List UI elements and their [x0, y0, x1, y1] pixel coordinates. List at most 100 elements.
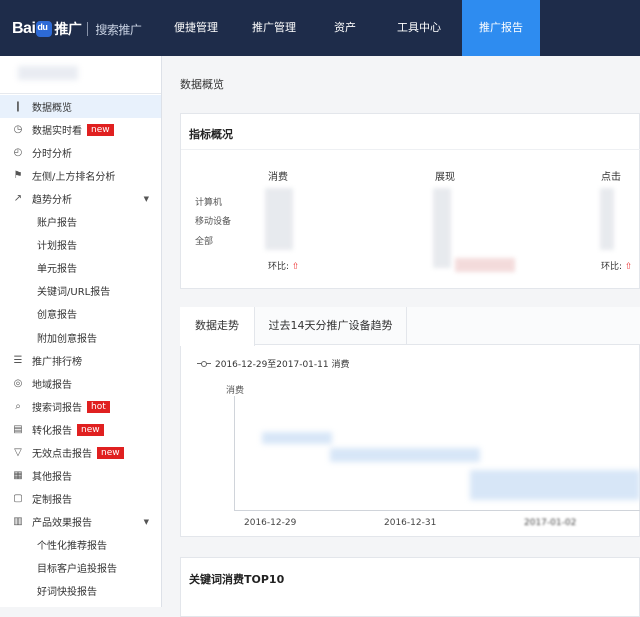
- sidebar-item-label: 左侧/上方排名分析: [32, 172, 116, 183]
- top10-title: 关键词消费TOP10: [189, 573, 285, 586]
- sidebar-item[interactable]: 创意报告: [0, 302, 161, 325]
- nav-item-tool-center[interactable]: 工具中心: [376, 0, 462, 56]
- product-name: 搜索推广: [95, 22, 142, 37]
- clicks-up-arrow-icon: ⇧: [624, 262, 633, 272]
- sidebar-item-label: 数据实时看: [32, 126, 82, 137]
- sidebar-item[interactable]: 附加创意报告: [0, 326, 161, 349]
- caret-down-icon: ▼: [143, 194, 149, 203]
- clock-icon: ◴: [13, 147, 23, 158]
- badge-hot: hot: [87, 400, 110, 413]
- ranking-list-icon: ☰: [13, 355, 23, 366]
- sidebar-item[interactable]: ❙ 数据概览: [0, 95, 161, 118]
- nav-item-reports[interactable]: 推广报告: [462, 0, 540, 56]
- sidebar-item-label: 转化报告: [32, 426, 72, 437]
- sidebar-item-label: 搜索词报告: [32, 403, 82, 414]
- sidebar-item-label: 好词快投报告: [37, 587, 97, 598]
- legend-marker-icon: [197, 360, 211, 368]
- search-icon: ⌕: [15, 401, 21, 412]
- sidebar-item[interactable]: ◷ 数据实时看 new: [0, 118, 161, 141]
- clipboard-icon: ▤: [13, 424, 23, 435]
- document-icon: ▥: [13, 516, 23, 527]
- sidebar-item[interactable]: ▥ 产品效果报告 ▼: [0, 510, 161, 533]
- tab-data-trend[interactable]: 数据走势: [180, 307, 255, 346]
- nav-item-campaign-manage[interactable]: 推广管理: [234, 0, 314, 56]
- nav-item-assets[interactable]: 资产: [314, 0, 376, 56]
- sidebar-item-label: 其他报告: [32, 472, 72, 483]
- top10-card: [180, 557, 640, 617]
- nav-item-quick-manage[interactable]: 便捷管理: [158, 0, 234, 56]
- sidebar-item[interactable]: ▢ 定制报告: [0, 487, 161, 510]
- sidebar-item[interactable]: ◴ 分时分析: [0, 141, 161, 164]
- brand-text-right: 推广: [54, 21, 82, 37]
- grid-icon: ▦: [13, 470, 23, 481]
- sidebar-item[interactable]: ▤ 转化报告 new: [0, 418, 161, 441]
- filter-icon: ▽: [14, 447, 22, 458]
- sidebar-item-label: 趋势分析: [32, 195, 72, 206]
- cost-ratio: 环比: ⇧: [268, 259, 299, 272]
- chart-line-blurred: [330, 448, 480, 462]
- sidebar-item[interactable]: 计划报告: [0, 233, 161, 256]
- caret-down-icon: ▼: [143, 517, 149, 526]
- sidebar-item[interactable]: 好词快投报告: [0, 579, 161, 602]
- main-nav: 便捷管理 推广管理 资产 工具中心 推广报告: [158, 0, 540, 56]
- sidebar-item-label: 创意报告: [37, 310, 77, 321]
- sidebar-item-label: 账户报告: [37, 218, 77, 229]
- sidebar-item[interactable]: ▽ 无效点击报告 new: [0, 441, 161, 464]
- metrics-overview-card: [180, 113, 640, 289]
- badge-new: new: [97, 446, 124, 459]
- metrics-card-title: 指标概况: [189, 128, 233, 141]
- sidebar-item[interactable]: 目标客户追投报告: [0, 556, 161, 579]
- sidebar-item[interactable]: ◎ 地域报告: [0, 372, 161, 395]
- metrics-card-header: [181, 114, 640, 150]
- sidebar-item[interactable]: 关键词/URL报告: [0, 279, 161, 302]
- impressions-ratio-blurred: [455, 258, 515, 272]
- cost-values-blurred: [265, 188, 293, 250]
- sidebar-item[interactable]: 个性化推荐报告: [0, 533, 161, 556]
- sidebar-item[interactable]: ⌕ 搜索词报告 hot: [0, 395, 161, 418]
- sidebar-item-label: 分时分析: [32, 149, 72, 160]
- clicks-ratio: 环比: ⇧: [601, 259, 632, 272]
- chart-line-blurred: [470, 470, 640, 500]
- sidebar-item[interactable]: 单元报告: [0, 256, 161, 279]
- impressions-values-blurred: [433, 188, 451, 268]
- sidebar-item[interactable]: ☰ 推广排行榜: [0, 349, 161, 372]
- metric-column-clicks: 点击: [601, 172, 621, 183]
- bar-chart-icon: ❙: [13, 101, 23, 112]
- legend-label: 2016-12-29至2017-01-11 消费: [215, 360, 350, 370]
- sidebar-item-label: 推广排行榜: [32, 357, 82, 368]
- sidebar-item-label: 关键词/URL报告: [37, 287, 111, 298]
- badge-new: new: [87, 123, 114, 136]
- chart-y-axis: [234, 396, 235, 510]
- x-tick-label: 2016-12-29: [244, 518, 297, 528]
- sidebar-item-label: 数据概览: [32, 103, 72, 114]
- clicks-ratio-label: 环比:: [601, 262, 623, 272]
- edit-icon: ▢: [13, 493, 23, 504]
- line-chart-icon: ↗: [13, 193, 23, 204]
- sidebar-item[interactable]: ↗ 趋势分析 ▼: [0, 187, 161, 210]
- trophy-icon: ⚑: [13, 170, 23, 181]
- badge-new: new: [77, 423, 104, 436]
- metric-column-cost: 消费: [268, 172, 288, 183]
- sidebar-item[interactable]: 账户报告: [0, 210, 161, 233]
- sidebar-item-label: 个性化推荐报告: [37, 541, 107, 552]
- x-tick-label: 2017-01-02: [524, 518, 577, 528]
- baidu-paw-icon: [36, 21, 53, 37]
- chart-legend[interactable]: 2016-12-29至2017-01-11 消费: [197, 357, 349, 370]
- sidebar-item-label: 附加创意报告: [37, 334, 97, 345]
- metric-row-mobile: 移动设备: [195, 217, 232, 227]
- top-navigation-bar: Bai 推广 搜索推广 便捷管理 推广管理 资产 工具中心 推广报告: [0, 0, 640, 56]
- sidebar-item-label: 计划报告: [37, 241, 77, 252]
- chart-y-label: 消费: [226, 386, 245, 396]
- sidebar-item[interactable]: ▦ 其他报告: [0, 464, 161, 487]
- sidebar-item-label: 无效点击报告: [32, 449, 92, 460]
- sidebar-item-label: 定制报告: [32, 495, 72, 506]
- sidebar-item[interactable]: ⚑ 左侧/上方排名分析: [0, 164, 161, 187]
- globe-icon: ◎: [13, 378, 23, 389]
- cost-up-arrow-icon: ⇧: [291, 262, 300, 272]
- x-tick-label: 2016-12-31: [384, 518, 437, 528]
- tab-device-trend[interactable]: 过去14天分推广设备趋势: [255, 307, 407, 345]
- baidu-logo[interactable]: Bai 推广 搜索推广: [12, 19, 142, 39]
- page-title: 数据概览: [180, 78, 224, 91]
- chart-x-axis: [234, 510, 640, 511]
- logo-divider: [87, 22, 89, 36]
